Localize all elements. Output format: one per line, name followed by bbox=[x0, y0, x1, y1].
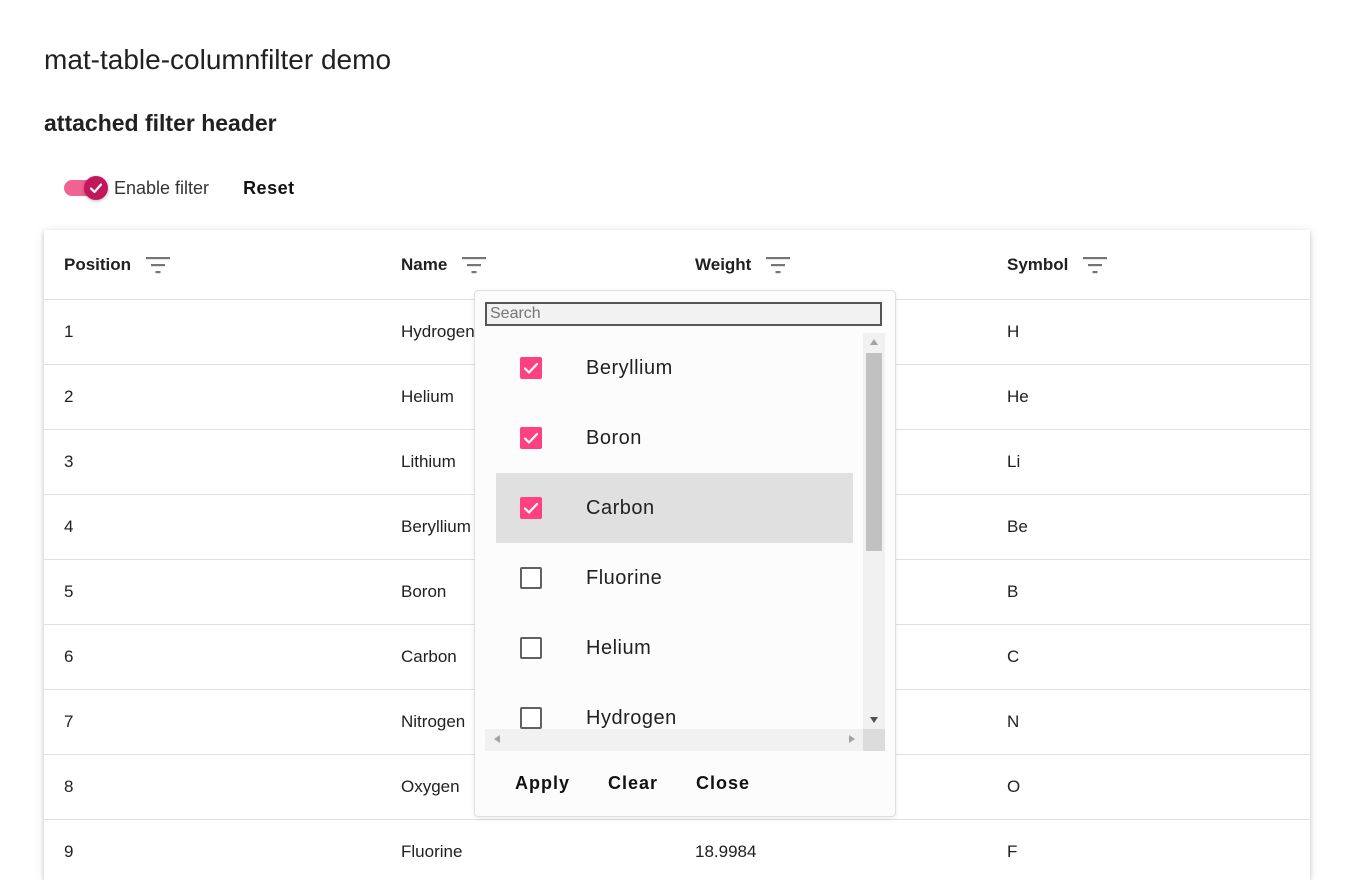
cell-symbol: Li bbox=[1007, 452, 1021, 471]
cell-name: Oxygen bbox=[401, 777, 460, 796]
cell-name: Lithium bbox=[401, 452, 456, 471]
filter-option-label: Beryllium bbox=[586, 356, 673, 379]
filter-option-label: Fluorine bbox=[586, 566, 663, 589]
cell-symbol: F bbox=[1007, 842, 1018, 861]
cell-name: Fluorine bbox=[401, 842, 463, 861]
check-icon bbox=[523, 362, 539, 374]
check-icon bbox=[523, 502, 539, 514]
checkbox-checked[interactable] bbox=[520, 357, 542, 379]
cell-name: Helium bbox=[401, 387, 454, 406]
filter-option[interactable]: Fluorine bbox=[496, 543, 853, 613]
header-symbol: Symbol bbox=[1007, 230, 1108, 299]
cell-position: 5 bbox=[64, 582, 74, 601]
filter-actions: Apply Clear Close bbox=[515, 773, 750, 794]
cell-name: Boron bbox=[401, 582, 447, 601]
apply-button[interactable]: Apply bbox=[515, 773, 570, 794]
column-header-label: Symbol bbox=[1007, 254, 1069, 274]
scrollbar-corner bbox=[863, 729, 885, 751]
horizontal-scrollbar[interactable] bbox=[485, 729, 863, 751]
scroll-right-icon[interactable] bbox=[849, 735, 855, 743]
filter-list-icon[interactable] bbox=[1082, 254, 1108, 276]
filter-options-viewport: Beryllium Boron Carbon Fluorine Helium H… bbox=[485, 333, 863, 729]
toggle-thumb bbox=[84, 176, 108, 200]
scroll-up-icon[interactable] bbox=[870, 339, 878, 345]
filter-option-label: Hydrogen bbox=[586, 706, 677, 729]
cell-name: Nitrogen bbox=[401, 712, 466, 731]
filter-option[interactable]: Hydrogen bbox=[496, 683, 853, 729]
filter-option-label: Carbon bbox=[586, 496, 655, 519]
scroll-down-icon[interactable] bbox=[870, 717, 878, 723]
cell-symbol: H bbox=[1007, 322, 1020, 341]
filter-option[interactable]: Helium bbox=[496, 613, 853, 683]
cell-symbol: C bbox=[1007, 647, 1020, 666]
column-header-label: Name bbox=[401, 254, 448, 274]
filter-option-label: Helium bbox=[586, 636, 652, 659]
cell-position: 3 bbox=[64, 452, 74, 471]
cell-position: 6 bbox=[64, 647, 74, 666]
enable-filter-label: Enable filter bbox=[114, 177, 210, 198]
header-weight: Weight bbox=[695, 230, 791, 299]
scroll-left-icon[interactable] bbox=[494, 735, 500, 743]
cell-position: 8 bbox=[64, 777, 74, 796]
cell-symbol: O bbox=[1007, 777, 1021, 796]
filter-list-icon[interactable] bbox=[765, 254, 791, 276]
filter-option-label: Boron bbox=[586, 426, 642, 449]
filter-toolbar: Enable filter Reset bbox=[64, 172, 295, 204]
vertical-scrollbar[interactable] bbox=[863, 333, 885, 729]
table-row: 9 Fluorine 18.9984 F bbox=[44, 820, 1310, 880]
filter-options-list: Beryllium Boron Carbon Fluorine Helium H… bbox=[485, 333, 885, 751]
clear-button[interactable]: Clear bbox=[608, 773, 658, 794]
checkbox-unchecked[interactable] bbox=[520, 637, 542, 659]
cell-symbol: B bbox=[1007, 582, 1019, 601]
cell-name: Beryllium bbox=[401, 517, 471, 536]
close-button[interactable]: Close bbox=[696, 773, 750, 794]
filter-list-icon[interactable] bbox=[461, 254, 487, 276]
cell-symbol: N bbox=[1007, 712, 1020, 731]
name-filter-popup: Beryllium Boron Carbon Fluorine Heli bbox=[474, 290, 896, 817]
check-icon bbox=[89, 183, 103, 194]
column-header-label: Position bbox=[64, 254, 132, 274]
cell-symbol: He bbox=[1007, 387, 1029, 406]
checkbox-unchecked[interactable] bbox=[520, 567, 542, 589]
cell-weight: 18.9984 bbox=[695, 842, 757, 861]
scrollbar-thumb[interactable] bbox=[866, 353, 882, 551]
filter-search-input[interactable] bbox=[485, 302, 882, 326]
filter-list-icon[interactable] bbox=[145, 254, 171, 276]
page-title: mat-table-columnfilter demo bbox=[44, 44, 392, 75]
cell-position: 4 bbox=[64, 517, 74, 536]
header-name: Name bbox=[401, 230, 487, 299]
cell-position: 2 bbox=[64, 387, 74, 406]
filter-option[interactable]: Carbon bbox=[496, 473, 853, 543]
cell-position: 7 bbox=[64, 712, 74, 731]
column-header-label: Weight bbox=[695, 254, 752, 274]
filter-option[interactable]: Beryllium bbox=[496, 333, 853, 403]
cell-name: Carbon bbox=[401, 647, 457, 666]
enable-filter-toggle[interactable] bbox=[64, 172, 108, 204]
checkbox-checked[interactable] bbox=[520, 497, 542, 519]
cell-position: 1 bbox=[64, 322, 74, 341]
section-title: attached filter header bbox=[44, 110, 277, 136]
reset-button[interactable]: Reset bbox=[243, 178, 295, 199]
cell-position: 9 bbox=[64, 842, 74, 861]
filter-option[interactable]: Boron bbox=[496, 403, 853, 473]
header-position: Position bbox=[64, 230, 171, 299]
cell-name: Hydrogen bbox=[401, 322, 475, 341]
check-icon bbox=[523, 432, 539, 444]
checkbox-checked[interactable] bbox=[520, 427, 542, 449]
cell-symbol: Be bbox=[1007, 517, 1028, 536]
checkbox-unchecked[interactable] bbox=[520, 707, 542, 729]
